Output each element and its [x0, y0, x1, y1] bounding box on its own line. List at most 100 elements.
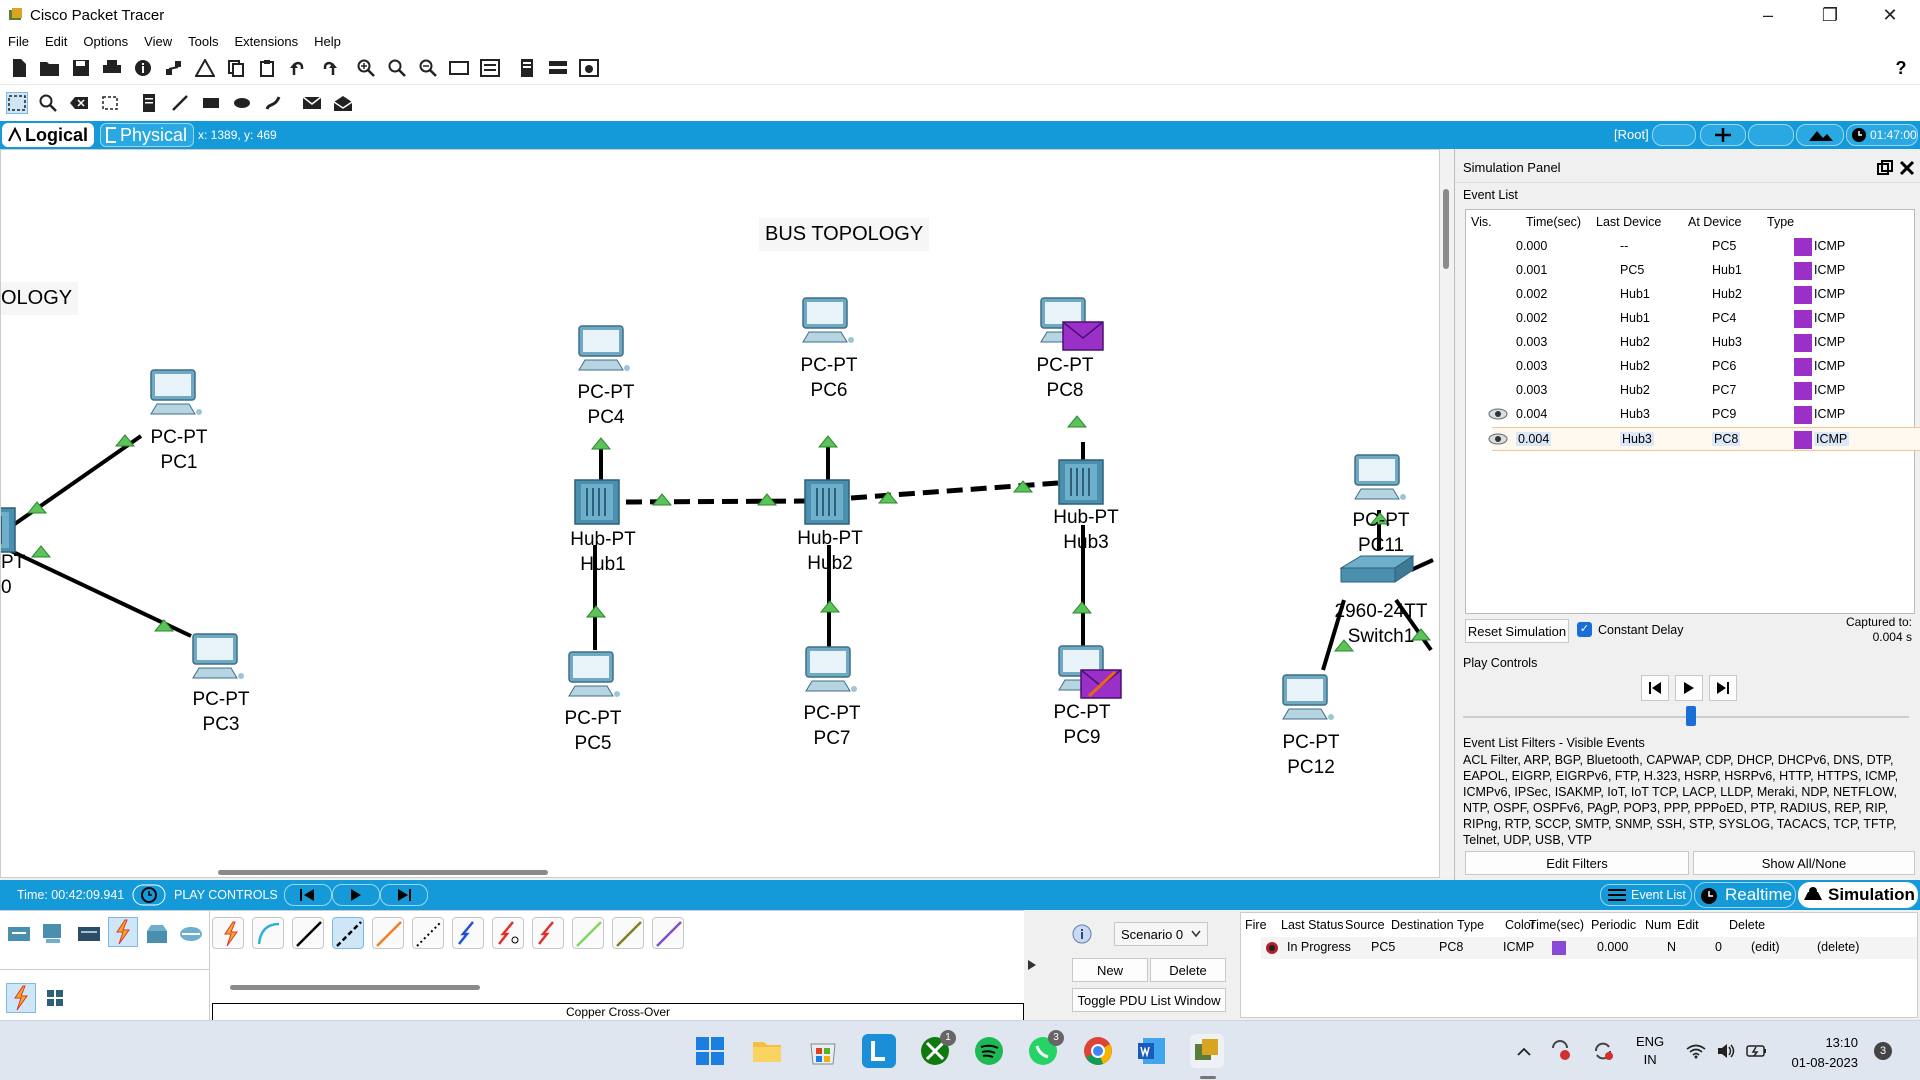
pdu-header-last-status[interactable]: Last Status: [1281, 918, 1344, 932]
automatic-cable-icon[interactable]: [212, 917, 244, 949]
step-forward-button[interactable]: [1709, 675, 1737, 701]
pdu-edit-link[interactable]: (edit): [1751, 940, 1779, 954]
packet-tracer-taskbar-icon[interactable]: [1190, 1034, 1224, 1068]
undo-icon[interactable]: [287, 57, 309, 79]
pdu-header-periodic[interactable]: Periodic: [1591, 918, 1636, 932]
play-speed-slider-thumb[interactable]: [1686, 706, 1696, 726]
reset-simulation-button[interactable]: Reset Simulation: [1465, 619, 1569, 643]
pdu-header-source[interactable]: Source: [1345, 918, 1385, 932]
canvas-horizontal-scrollbar[interactable]: [218, 870, 548, 875]
pc5-label[interactable]: PC-PT PC5: [533, 706, 653, 756]
close-panel-icon[interactable]: [1899, 160, 1915, 176]
event-row[interactable]: 0.003 Hub2 PC7 ICMP: [1492, 379, 1920, 403]
switch1-label[interactable]: 2960-24TT Switch1: [1321, 599, 1439, 649]
grid-icon[interactable]: [46, 989, 64, 1010]
clock-display[interactable]: 01:47:00: [1846, 124, 1918, 146]
draw-line-icon[interactable]: [169, 92, 191, 114]
hub1-label[interactable]: Hub-PT Hub1: [543, 527, 663, 577]
print-icon[interactable]: [101, 57, 123, 79]
fast-forward-time-icon[interactable]: [132, 884, 166, 906]
show-all-none-button[interactable]: Show All/None: [1693, 851, 1915, 875]
header-time[interactable]: Time(sec): [1526, 215, 1581, 229]
physical-tab[interactable]: Physical: [100, 123, 194, 147]
collapse-arrow[interactable]: [1024, 910, 1040, 1020]
scenario-info-icon[interactable]: [1072, 924, 1092, 944]
menu-help[interactable]: Help: [314, 34, 341, 49]
custom-devices-dialog-icon[interactable]: [479, 57, 501, 79]
constant-delay-checkbox[interactable]: ✓ Constant Delay: [1577, 622, 1683, 637]
hub2-label[interactable]: Hub-PT Hub2: [770, 526, 890, 576]
toggle-pdu-list-button[interactable]: Toggle PDU List Window: [1072, 988, 1226, 1012]
zoom-reset-icon[interactable]: [386, 57, 408, 79]
edit-filters-button[interactable]: Edit Filters: [1465, 851, 1689, 875]
move-object-button[interactable]: [1700, 124, 1746, 146]
place-note-icon[interactable]: [138, 92, 160, 114]
set-tiled-background-button[interactable]: [1748, 124, 1794, 146]
volume-icon[interactable]: [1716, 1043, 1736, 1059]
pc6-label[interactable]: PC-PT PC6: [769, 353, 889, 403]
root-label[interactable]: [Root]: [1614, 127, 1649, 142]
app-l-icon[interactable]: [862, 1034, 896, 1068]
bar-back-button[interactable]: [284, 884, 332, 906]
zoom-out-icon[interactable]: [417, 57, 439, 79]
pdu-header-num[interactable]: Num: [1645, 918, 1671, 932]
pdu-header-time-sec[interactable]: Time(sec): [1529, 918, 1584, 932]
add-simple-pdu-icon[interactable]: [301, 92, 323, 114]
usb-cable-icon[interactable]: [652, 917, 684, 949]
event-list-toggle[interactable]: Event List: [1600, 884, 1692, 906]
pc11-label[interactable]: PC-PT PC11: [1321, 508, 1439, 558]
menu-view[interactable]: View: [144, 34, 172, 49]
bar-forward-button[interactable]: [380, 884, 428, 906]
device-rack-icon[interactable]: [547, 57, 569, 79]
pdu-header-fire[interactable]: Fire: [1245, 918, 1267, 932]
spotify-icon[interactable]: [972, 1034, 1006, 1068]
pdu-header-edit[interactable]: Edit: [1677, 918, 1699, 932]
menu-edit[interactable]: Edit: [45, 34, 67, 49]
language-indicator[interactable]: ENG IN: [1636, 1033, 1664, 1069]
canvas-vertical-scrollbar[interactable]: [1440, 149, 1454, 878]
copper-cross-over-icon[interactable]: [332, 917, 364, 949]
network-devices-icon[interactable]: [6, 921, 32, 950]
serial-dte-icon[interactable]: [532, 917, 564, 949]
hub3-label[interactable]: Hub-PT Hub3: [1026, 505, 1146, 555]
resize-shape-icon[interactable]: [99, 92, 121, 114]
close-button[interactable]: ✕: [1860, 0, 1920, 30]
inspect-icon[interactable]: [37, 92, 59, 114]
notification-count-badge[interactable]: 3: [1874, 1042, 1892, 1060]
security-status-icon[interactable]: [1550, 1040, 1572, 1062]
pdu-delete-link[interactable]: (delete): [1817, 940, 1859, 954]
cluster-icon[interactable]: [516, 57, 538, 79]
new-cluster-button[interactable]: [1652, 124, 1696, 146]
freeform-icon[interactable]: [262, 92, 284, 114]
pc8-label[interactable]: PC-PT PC8: [1005, 353, 1125, 403]
draw-ellipse-icon[interactable]: [231, 92, 253, 114]
delete-scenario-button[interactable]: Delete: [1150, 958, 1226, 982]
whatsapp-icon[interactable]: 3: [1026, 1030, 1064, 1068]
undock-icon[interactable]: [1877, 159, 1893, 176]
end-devices-icon[interactable]: [40, 921, 66, 950]
event-row[interactable]: 0.004 Hub3 PC9 ICMP: [1488, 403, 1920, 427]
battery-icon[interactable]: [1746, 1043, 1768, 1059]
pc7-label[interactable]: PC-PT PC7: [772, 701, 892, 751]
pc12-label[interactable]: PC-PT PC12: [1251, 730, 1371, 780]
copper-straight-through-icon[interactable]: [292, 917, 324, 949]
drawing-palette-icon[interactable]: [448, 57, 470, 79]
logical-workspace-canvas[interactable]: BUS TOPOLOGY OLOGY PT 0 PC-PT PC1 PC-PT PC…: [0, 149, 1440, 878]
header-type[interactable]: Type: [1767, 215, 1794, 229]
minimize-button[interactable]: –: [1738, 0, 1798, 30]
header-last-device[interactable]: Last Device: [1596, 215, 1661, 229]
eye-icon[interactable]: [1488, 432, 1508, 446]
new-scenario-button[interactable]: New: [1072, 958, 1148, 982]
eye-icon[interactable]: [1488, 407, 1508, 421]
fiber-icon[interactable]: [372, 917, 404, 949]
bar-play-button[interactable]: [332, 884, 380, 906]
delete-icon[interactable]: [68, 92, 90, 114]
console-cable-icon[interactable]: [252, 917, 284, 949]
viewport-icon[interactable]: [578, 57, 600, 79]
sync-icon[interactable]: [1592, 1040, 1614, 1062]
pc4-label[interactable]: PC-PT PC4: [546, 380, 666, 430]
event-row[interactable]: 0.003 Hub2 Hub3 ICMP: [1492, 331, 1920, 355]
wifi-icon[interactable]: [1686, 1043, 1706, 1059]
event-row[interactable]: 0.002 Hub1 PC4 ICMP: [1492, 307, 1920, 331]
realtime-mode-button[interactable]: Realtime: [1694, 882, 1796, 908]
